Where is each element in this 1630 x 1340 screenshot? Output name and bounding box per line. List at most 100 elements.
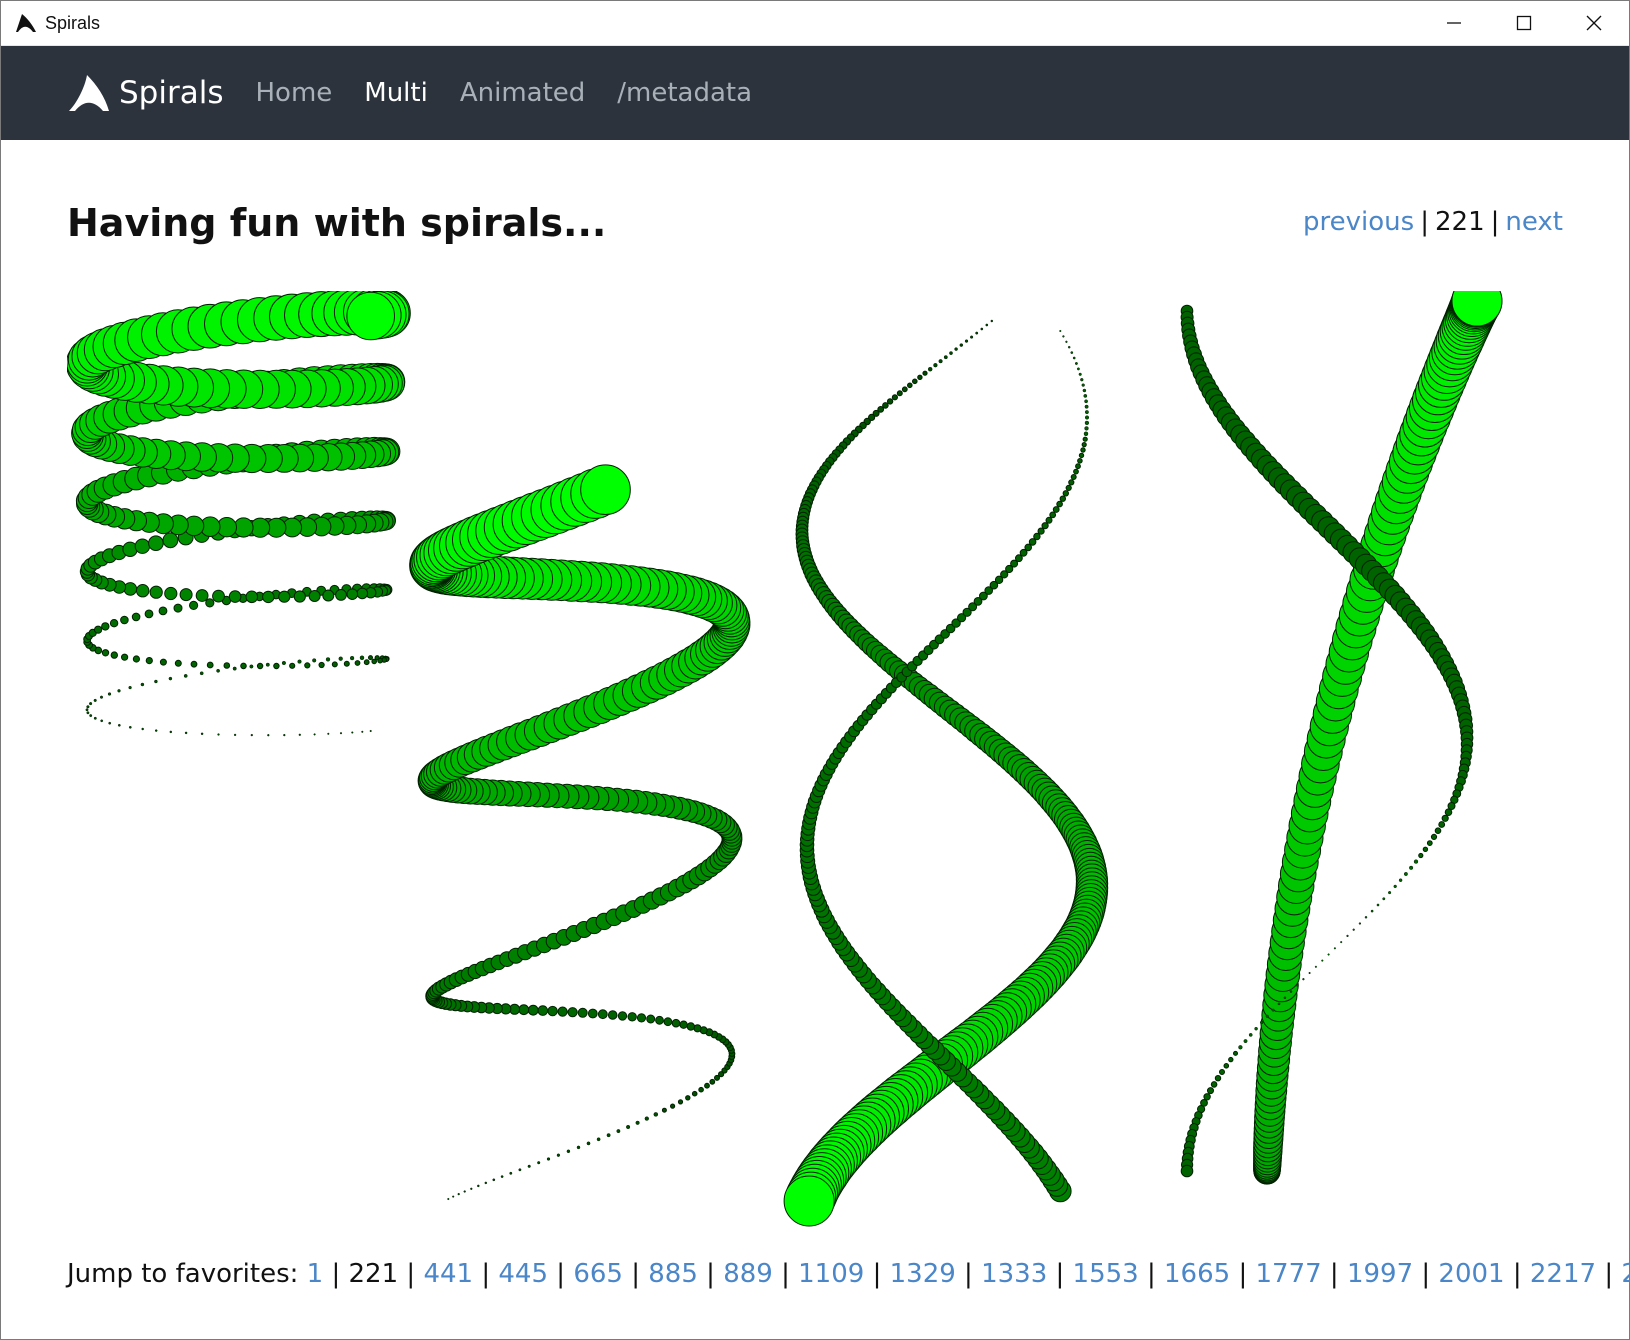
close-icon [1586,15,1602,31]
favorite-link[interactable]: 2001 [1438,1259,1504,1289]
close-button[interactable] [1559,1,1629,45]
favorite-link[interactable]: 889 [723,1259,773,1289]
spiral-1-dot [331,661,338,668]
favorite-link[interactable]: 2217 [1530,1259,1596,1289]
spiral-1-dot [174,659,182,667]
spiral-3-dot [1074,362,1078,365]
spiral-3-dot [896,390,903,397]
next-link[interactable]: next [1505,207,1563,237]
nav-links: Home Multi Animated /metadata [241,78,770,108]
favorite-link[interactable]: 1997 [1347,1259,1413,1289]
favorites-separator: | [1230,1259,1248,1289]
spiral-1-dot [359,655,365,661]
spiral-2-dot [546,1157,551,1161]
spiral-3-dot [891,394,899,401]
spiral-2-dot [457,1192,460,1196]
favorites-separator: | [697,1259,715,1289]
spiral-1-dot [308,590,321,602]
favorite-link[interactable]: 1329 [890,1259,956,1289]
favorite-link[interactable]: 885 [648,1259,698,1289]
spiral-1-dot [121,653,129,661]
spiral-3-dot [1059,329,1062,333]
spiral-1-dot [189,600,199,610]
favorite-link[interactable]: 1777 [1255,1259,1321,1289]
favorite-link[interactable]: 1333 [981,1259,1047,1289]
nav-home-link[interactable]: Home [255,78,332,108]
spiral-1-dot [343,660,350,667]
spiral-1-dot [107,692,112,696]
spiral-2-dot [663,1017,673,1027]
nav-animated-link[interactable]: Animated [460,78,585,108]
minimize-button[interactable] [1419,1,1489,45]
spiral-4-dot [1296,984,1299,987]
spiral-3-dot [1084,410,1089,415]
spiral-3-dot [1075,463,1081,470]
favorite-link[interactable]: 1 [307,1259,324,1289]
nav-multi-link[interactable]: Multi [364,78,428,108]
favorite-link[interactable]: 1553 [1073,1259,1139,1289]
favorites-separator: | [323,1259,341,1289]
spiral-1-dot [200,732,204,736]
favorite-link[interactable]: 665 [573,1259,623,1289]
spiral-3-dot [938,359,943,364]
brand-link[interactable]: Spirals [67,73,223,113]
favorites-bar: Jump to favorites: 1 | 221 | 441 | 445 |… [67,1259,1629,1289]
spiral-1-dot [245,590,259,604]
spiral-1-dot [101,649,110,657]
spiral-2-dot [547,1005,558,1017]
spiral-4-dot [1430,833,1438,841]
favorite-link[interactable]: 2221 [1621,1259,1629,1289]
spiral-2-dot [677,1099,684,1105]
spiral-3-dot [933,363,938,368]
spiral-1-dot [158,606,168,616]
favorite-link[interactable]: 441 [423,1259,473,1289]
spiral-4-dot [1426,840,1433,846]
spiral-3-dot [1070,474,1077,480]
spiral-3-dot [1072,356,1076,360]
spiral-1-dot [278,590,291,603]
spiral-1-dot [123,582,138,596]
spiral-1-dot [216,668,220,673]
spiral-1-dot [304,662,311,669]
favorites-label: Jump to favorites: [67,1259,299,1289]
spiral-2-dot [709,1078,716,1085]
spiral-1-dot [108,721,112,725]
spiral-3-dot [1083,394,1088,398]
spiral-4-dot [1214,1075,1222,1082]
spiral-3-dot [959,343,964,347]
spiral-3-dot [1062,490,1069,497]
spiral-4-dot [1233,1050,1238,1056]
favorite-link[interactable]: 1109 [798,1259,864,1289]
spiral-2-dot [566,1149,571,1154]
spiral-3-dot [886,398,894,405]
favorites-separator: | [1138,1259,1156,1289]
spiral-1-dot [349,655,355,661]
spiral-2-dot [635,1120,640,1125]
spiral-1-dot [327,732,330,735]
spiral-1-dot [339,732,343,735]
spiral-2-dot [671,1018,681,1028]
spiral-2-dot [679,1020,688,1029]
spiral-4-dot [1438,821,1446,828]
spiral-4-dot [1370,909,1374,913]
spiral-3-dot [882,402,889,409]
title-bar[interactable]: Spirals [1,1,1629,46]
spiral-1-dot [267,734,270,737]
favorites-separator: | [622,1259,640,1289]
spiral-2-dot [646,1014,656,1024]
spiral-2-dot [686,1022,695,1031]
favorites-separator: | [772,1259,790,1289]
nav-metadata-link[interactable]: /metadata [617,78,752,108]
spiral-1-dot [169,730,173,734]
maximize-button[interactable] [1489,1,1559,45]
spiral-3-dot [1084,399,1088,404]
spiral-3-dot [1082,388,1087,393]
spiral-3-dot [1078,372,1082,376]
spiral-1-dot [140,682,145,687]
previous-link[interactable]: previous [1303,207,1414,237]
favorites-separator: | [1596,1259,1614,1289]
favorite-link[interactable]: 1665 [1164,1259,1230,1289]
spiral-3-dot [1077,458,1083,464]
favorite-link[interactable]: 445 [498,1259,548,1289]
spiral-1-dot [85,708,89,712]
